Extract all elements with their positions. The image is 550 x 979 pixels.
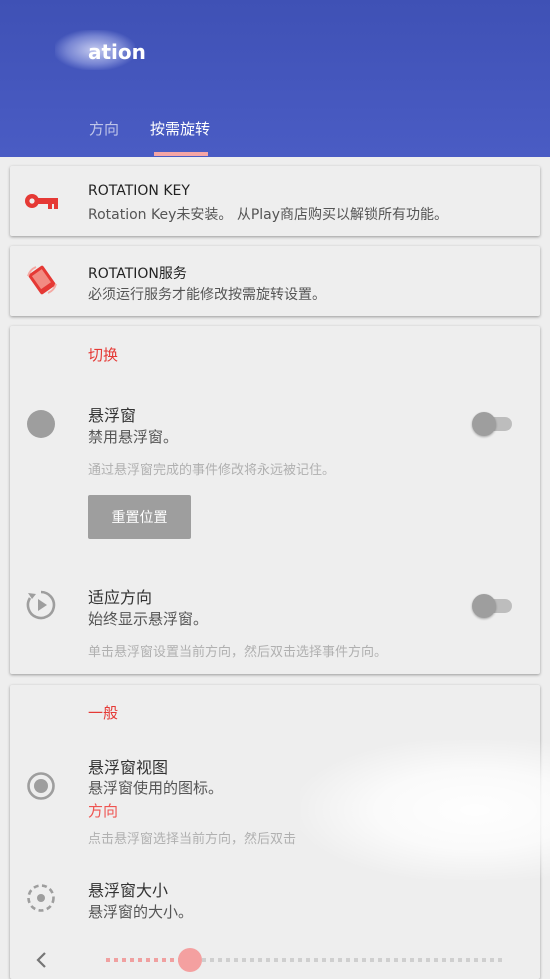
app-title: ation <box>88 40 146 64</box>
tab-on-demand-rotation[interactable]: 按需旋转 <box>150 118 210 139</box>
floating-window-subtitle: 禁用悬浮窗。 <box>88 428 179 446</box>
tab-indicator <box>154 152 208 156</box>
toggle-section-card: 切换 悬浮窗 禁用悬浮窗。 通过悬浮窗完成的事件修改将永远被记住。 重置位置 适… <box>10 326 540 674</box>
general-section-card: 一般 悬浮窗视图 悬浮窗使用的图标。 方向 点击悬浮窗选择当前方向，然后双击 悬… <box>10 685 540 979</box>
adapt-orientation-subtitle: 始终显示悬浮窗。 <box>88 610 209 628</box>
rotation-service-card[interactable]: ROTATION服务 必须运行服务才能修改按需旋转设置。 <box>10 246 540 316</box>
section-header-general: 一般 <box>88 704 119 722</box>
floating-size-icon <box>26 883 56 913</box>
tab-orientation[interactable]: 方向 <box>89 118 119 139</box>
rotation-service-title: ROTATION服务 <box>88 266 187 282</box>
adapt-orientation-title: 适应方向 <box>88 588 153 607</box>
floating-size-subtitle: 悬浮窗的大小。 <box>88 903 194 921</box>
floating-window-toggle[interactable] <box>472 412 512 436</box>
adapt-orientation-hint: 单击悬浮窗设置当前方向，然后双击选择事件方向。 <box>88 645 388 660</box>
toggle-knob <box>472 594 496 618</box>
adapt-orientation-icon <box>26 590 56 620</box>
rotation-service-icon <box>24 262 60 298</box>
floating-window-dot-icon <box>26 409 56 439</box>
floating-view-value: 方向 <box>88 802 119 820</box>
key-icon <box>24 191 60 211</box>
toggle-knob <box>472 412 496 436</box>
rotation-key-card[interactable]: ROTATION KEY Rotation Key未安装。 从Play商店购买以… <box>10 166 540 236</box>
adapt-orientation-toggle[interactable] <box>472 594 512 618</box>
rotation-key-subtitle: Rotation Key未安装。 从Play商店购买以解锁所有功能。 <box>88 207 449 223</box>
floating-view-radio-icon <box>26 771 56 801</box>
floating-view-title: 悬浮窗视图 <box>88 758 169 777</box>
floating-view-hint: 点击悬浮窗选择当前方向，然后双击 <box>88 832 297 847</box>
floating-view-subtitle: 悬浮窗使用的图标。 <box>88 779 224 797</box>
reset-position-button[interactable]: 重置位置 <box>88 495 191 539</box>
floating-window-title: 悬浮窗 <box>88 406 137 425</box>
app-bar: ation 方向 按需旋转 <box>0 0 550 157</box>
floating-window-hint: 通过悬浮窗完成的事件修改将永远被记住。 <box>88 463 336 478</box>
chevron-left-icon[interactable] <box>33 950 51 970</box>
rotation-key-title: ROTATION KEY <box>88 183 190 199</box>
floating-size-title: 悬浮窗大小 <box>88 881 169 900</box>
section-header-toggle: 切换 <box>88 346 119 364</box>
size-slider-thumb[interactable] <box>178 948 202 972</box>
rotation-service-subtitle: 必须运行服务才能修改按需旋转设置。 <box>88 287 326 303</box>
